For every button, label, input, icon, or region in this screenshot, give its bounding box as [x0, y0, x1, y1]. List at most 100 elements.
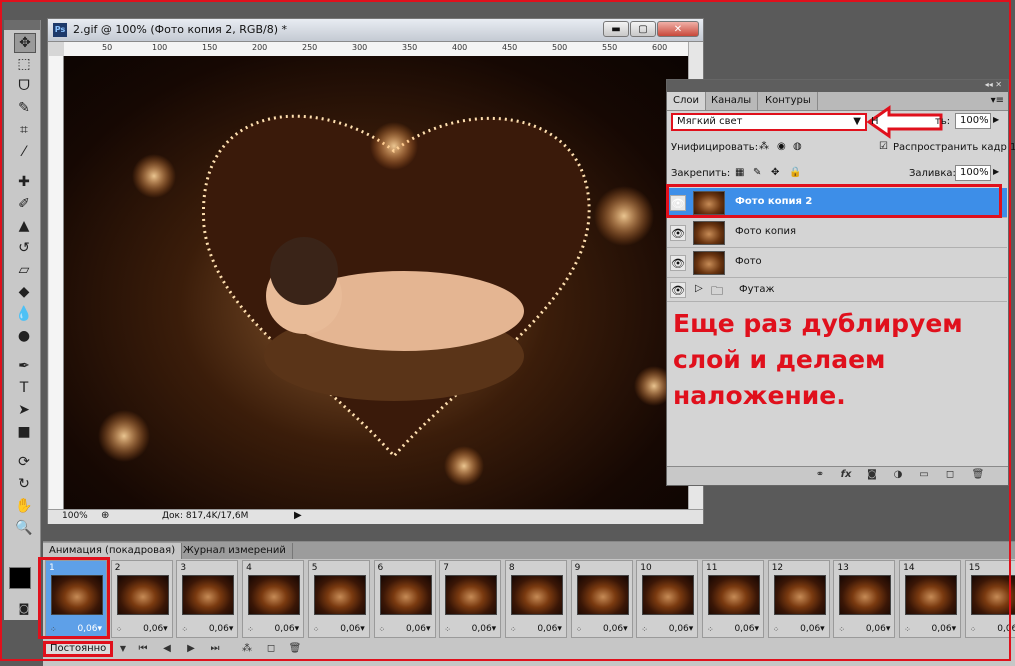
document-title-bar[interactable]: Ps 2.gif @ 100% (Фото копия 2, RGB/8) * …: [48, 19, 703, 42]
loop-dropdown-icon[interactable]: ▼: [115, 642, 131, 655]
lasso-tool-icon[interactable]: ᗜ: [14, 77, 34, 95]
animation-frame[interactable]: 4 ⁘ 0,06▾: [242, 560, 305, 638]
frame-disposal-icon[interactable]: ⁘: [576, 625, 583, 634]
frame-delay[interactable]: 0,06▾: [866, 624, 891, 634]
frame-delay[interactable]: 0,06▾: [275, 624, 300, 634]
animation-frame[interactable]: 3 ⁘ 0,06▾: [176, 560, 239, 638]
frame-delay[interactable]: 0,06▾: [537, 624, 562, 634]
marquee-tool-icon[interactable]: ⬚: [14, 55, 34, 73]
path-select-tool-icon[interactable]: ➤: [14, 401, 34, 419]
dodge-tool-icon[interactable]: ●: [14, 327, 34, 345]
frame-disposal-icon[interactable]: ⁘: [838, 625, 845, 634]
type-tool-icon[interactable]: T: [14, 379, 34, 397]
fill-slider-arrow-icon[interactable]: ▶: [993, 167, 999, 176]
layer-style-icon[interactable]: fx: [839, 469, 853, 481]
frame-delay[interactable]: 0,06▾: [603, 624, 628, 634]
canvas-image[interactable]: [64, 56, 688, 509]
frame-delay[interactable]: 0,06▾: [800, 624, 825, 634]
zoom-cycle-icon[interactable]: ⊕: [101, 510, 109, 521]
frame-delay[interactable]: 0,06▾: [669, 624, 694, 634]
animation-frame[interactable]: 5 ⁘ 0,06▾: [307, 560, 370, 638]
pen-tool-icon[interactable]: ✒: [14, 357, 34, 375]
animation-frame[interactable]: 9 ⁘ 0,06▾: [570, 560, 633, 638]
next-frame-icon[interactable]: ⏭: [207, 642, 223, 655]
maximize-button[interactable]: ▢: [630, 21, 656, 37]
eraser-tool-icon[interactable]: ▱: [14, 261, 34, 279]
frame-disposal-icon[interactable]: ⁘: [510, 625, 517, 634]
minimize-button[interactable]: ▬: [603, 21, 629, 37]
collapse-panel-icon[interactable]: ◂◂ ✕: [985, 80, 1002, 89]
layer-row-futazh-group[interactable]: 👁 ▷ 🗀 Футаж: [667, 278, 1007, 302]
adjustment-layer-icon[interactable]: ◑: [891, 469, 905, 481]
new-layer-icon[interactable]: ◻: [943, 469, 957, 481]
stamp-tool-icon[interactable]: ▲: [14, 217, 34, 235]
zoom-level[interactable]: 100%: [62, 511, 88, 521]
status-menu-arrow-icon[interactable]: ▶: [294, 510, 302, 521]
close-button[interactable]: ✕: [657, 21, 699, 37]
brush-tool-icon[interactable]: ✐: [14, 195, 34, 213]
panel-menu-icon[interactable]: ▾≡: [991, 95, 1004, 106]
lock-pixels-icon[interactable]: ✎: [753, 167, 761, 178]
play-icon[interactable]: ▶: [183, 642, 199, 655]
lock-all-icon[interactable]: 🔒: [789, 167, 801, 178]
animation-frame[interactable]: 11 ⁘ 0,06▾: [702, 560, 764, 638]
lock-transparency-icon[interactable]: ▦: [735, 167, 744, 178]
quick-select-tool-icon[interactable]: ✎: [14, 99, 34, 117]
animation-frame[interactable]: 15 ⁘ 0,06▾: [964, 560, 1015, 638]
animation-frame[interactable]: 10 ⁘ 0,06▾: [636, 560, 699, 638]
quick-mask-icon[interactable]: ◙: [14, 600, 34, 618]
link-layers-icon[interactable]: ⚭: [813, 469, 827, 481]
previous-frame-icon[interactable]: ◀: [159, 642, 175, 655]
frame-delay[interactable]: 0,06▾: [997, 624, 1015, 634]
frame-disposal-icon[interactable]: ⁘: [379, 625, 386, 634]
frame-delay[interactable]: 0,06▾: [932, 624, 957, 634]
frame-disposal-icon[interactable]: ⁘: [116, 625, 123, 634]
frame-delay[interactable]: 0,06▾: [472, 624, 497, 634]
3d-rotate-tool-icon[interactable]: ⟳: [14, 453, 34, 471]
frame-disposal-icon[interactable]: ⁘: [707, 625, 714, 634]
layer-row-foto[interactable]: 👁 Фото: [667, 248, 1007, 278]
animation-frame[interactable]: 12 ⁘ 0,06▾: [767, 560, 830, 638]
frame-disposal-icon[interactable]: ⁘: [313, 625, 320, 634]
eyedropper-tool-icon[interactable]: ⁄: [14, 143, 34, 161]
paint-bucket-tool-icon[interactable]: ◆: [14, 283, 34, 301]
expand-triangle-icon[interactable]: ▷: [695, 283, 703, 294]
frame-disposal-icon[interactable]: ⁘: [641, 625, 648, 634]
tab-layers[interactable]: Слои: [667, 92, 706, 110]
foreground-color-swatch[interactable]: [9, 567, 31, 589]
layers-panel-header[interactable]: ◂◂ ✕: [667, 80, 1008, 92]
frame-delay[interactable]: 0,06▾: [143, 624, 168, 634]
blur-tool-icon[interactable]: 💧: [14, 305, 34, 323]
layer-mask-icon[interactable]: ◙: [865, 469, 879, 481]
hand-tool-icon[interactable]: ✋: [14, 497, 34, 515]
visibility-eye-icon[interactable]: 👁: [670, 255, 686, 271]
opacity-slider-arrow-icon[interactable]: ▶: [993, 115, 999, 124]
animation-frame[interactable]: 8 ⁘ 0,06▾: [504, 560, 567, 638]
healing-brush-tool-icon[interactable]: ✚: [14, 173, 34, 191]
animation-frame[interactable]: 2 ⁘ 0,06▾: [110, 560, 173, 638]
tab-paths[interactable]: Контуры: [759, 92, 818, 110]
new-group-icon[interactable]: ▭: [917, 469, 931, 481]
shape-tool-icon[interactable]: ■: [14, 423, 34, 441]
unify-position-icon[interactable]: ⁂: [759, 141, 769, 152]
crop-tool-icon[interactable]: ⌗: [14, 121, 34, 139]
frame-disposal-icon[interactable]: ⁘: [970, 625, 977, 634]
lock-position-icon[interactable]: ✥: [771, 167, 779, 178]
visibility-eye-icon[interactable]: 👁: [670, 282, 686, 298]
tools-panel-grip[interactable]: [4, 20, 40, 30]
frame-delay[interactable]: 0,06▾: [734, 624, 759, 634]
visibility-eye-icon[interactable]: 👁: [670, 225, 686, 241]
animation-frame[interactable]: 6 ⁘ 0,06▾: [373, 560, 436, 638]
zoom-tool-icon[interactable]: 🔍: [14, 519, 34, 537]
tween-icon[interactable]: ⁂: [239, 642, 255, 655]
blend-mode-select[interactable]: Мягкий свет ▼: [671, 113, 867, 131]
frame-delay[interactable]: 0,06▾: [340, 624, 365, 634]
fill-field[interactable]: 100%: [955, 165, 991, 181]
animation-frame[interactable]: 7 ⁘ 0,06▾: [439, 560, 502, 638]
move-tool-icon[interactable]: ✥: [14, 33, 36, 53]
loop-options-select[interactable]: Постоянно: [43, 641, 113, 657]
frame-disposal-icon[interactable]: ⁘: [444, 625, 451, 634]
history-brush-tool-icon[interactable]: ↺: [14, 239, 34, 257]
duplicate-frame-icon[interactable]: ◻: [263, 642, 279, 655]
animation-frame[interactable]: 13 ⁘ 0,06▾: [833, 560, 896, 638]
